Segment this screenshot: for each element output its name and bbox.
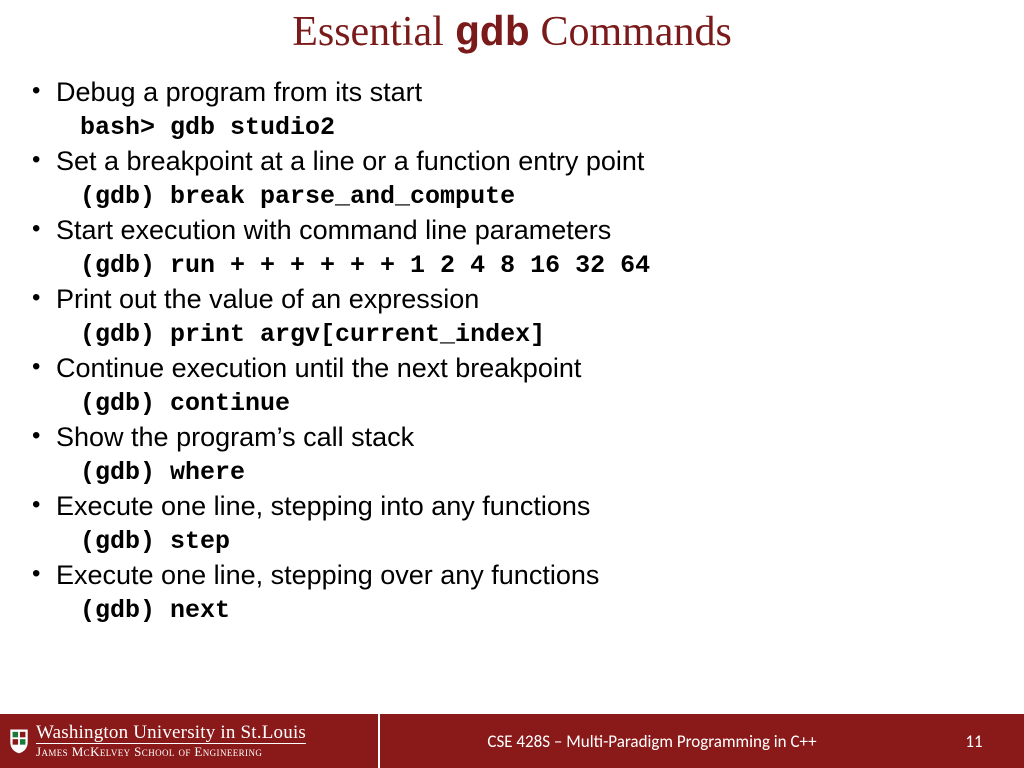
title-suffix: Commands — [530, 9, 732, 55]
shield-icon — [8, 727, 30, 755]
list-item: Debug a program from its start bash> gdb… — [20, 76, 1004, 143]
item-cmd: bash> gdb studio2 — [20, 112, 1004, 143]
univ-name: Washington University in St.Louis — [36, 723, 306, 743]
slide-title: Essential gdb Commands — [0, 0, 1024, 58]
item-cmd: (gdb) step — [20, 526, 1004, 557]
item-cmd: (gdb) continue — [20, 388, 1004, 419]
list-item: Set a breakpoint at a line or a function… — [20, 145, 1004, 212]
bullet-list: Debug a program from its start bash> gdb… — [20, 76, 1004, 626]
page-number: 11 — [924, 731, 1024, 752]
item-desc: Show the program’s call stack — [20, 421, 1004, 455]
course-label: CSE 428S – Multi-Paradigm Programming in… — [380, 731, 924, 752]
list-item: Start execution with command line parame… — [20, 214, 1004, 281]
school-name: James McKelvey School of Engineering — [36, 743, 306, 759]
list-item: Print out the value of an expression (gd… — [20, 283, 1004, 350]
title-prefix: Essential — [292, 9, 454, 55]
item-desc: Set a breakpoint at a line or a function… — [20, 145, 1004, 179]
wustl-wordmark: Washington University in St.Louis James … — [36, 723, 306, 759]
footer: Washington University in St.Louis James … — [0, 714, 1024, 768]
item-cmd: (gdb) break parse_and_compute — [20, 181, 1004, 212]
title-mono: gdb — [454, 10, 530, 58]
list-item: Execute one line, stepping into any func… — [20, 490, 1004, 557]
item-cmd: (gdb) run + + + + + + 1 2 4 8 16 32 64 — [20, 250, 1004, 281]
list-item: Continue execution until the next breakp… — [20, 352, 1004, 419]
item-desc: Execute one line, stepping into any func… — [20, 490, 1004, 524]
item-cmd: (gdb) print argv[current_index] — [20, 319, 1004, 350]
list-item: Show the program’s call stack (gdb) wher… — [20, 421, 1004, 488]
item-cmd: (gdb) next — [20, 595, 1004, 626]
item-desc: Start execution with command line parame… — [20, 214, 1004, 248]
item-desc: Debug a program from its start — [20, 76, 1004, 110]
item-desc: Print out the value of an expression — [20, 283, 1004, 317]
item-desc: Execute one line, stepping over any func… — [20, 559, 1004, 593]
list-item: Execute one line, stepping over any func… — [20, 559, 1004, 626]
slide: Essential gdb Commands Debug a program f… — [0, 0, 1024, 768]
item-desc: Continue execution until the next breakp… — [20, 352, 1004, 386]
content-area: Debug a program from its start bash> gdb… — [0, 58, 1024, 626]
footer-left: Washington University in St.Louis James … — [0, 714, 380, 768]
item-cmd: (gdb) where — [20, 457, 1004, 488]
